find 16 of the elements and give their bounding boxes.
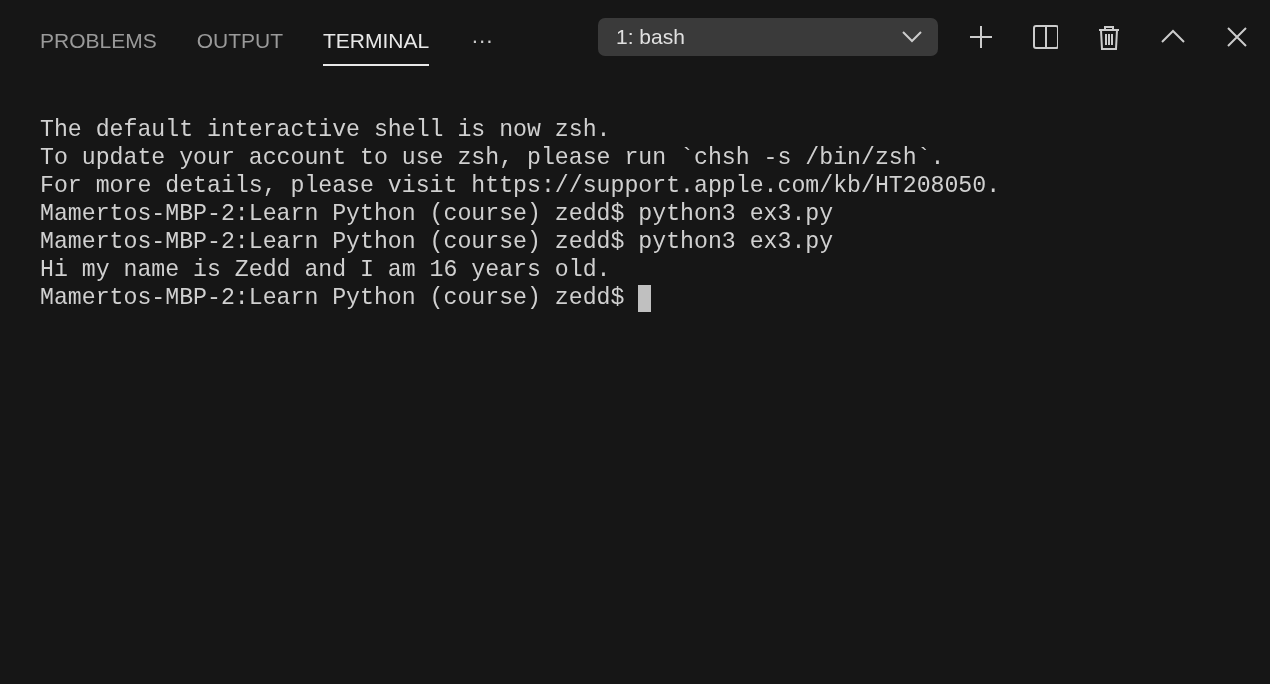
panel-tab[interactable]: OUTPUT — [196, 18, 284, 66]
terminal-line: The default interactive shell is now zsh. — [40, 116, 611, 144]
terminal-dropdown[interactable]: 1: bash — [598, 18, 938, 56]
panel-tab[interactable]: TERMINAL — [323, 18, 430, 66]
terminal-line: For more details, please visit https://support.apple.com/kb/HT208050. — [40, 172, 1001, 200]
panel-tab[interactable]: PROBLEMS — [40, 18, 157, 66]
split-icon[interactable] — [1032, 24, 1058, 50]
caret-icon — [902, 31, 922, 43]
terminal-line: Mamertos-MBP-2:Learn Python (course) zedd$ python3 ex3.py — [40, 228, 834, 256]
terminal-line: Mamertos-MBP-2:Learn Python (course) zedd$ — [40, 284, 625, 312]
terminal-line: Hi my name is Zedd and I am 16 years old. — [40, 256, 611, 284]
trash-icon[interactable] — [1096, 24, 1122, 50]
add-icon[interactable] — [968, 24, 994, 50]
terminal-line: To update your account to use zsh, please run `chsh -s /bin/zsh`. — [40, 144, 945, 172]
more-button[interactable]: ··· — [471, 18, 494, 66]
terminal-line: Mamertos-MBP-2:Learn Python (course) zedd$ python3 ex3.py — [40, 200, 834, 228]
